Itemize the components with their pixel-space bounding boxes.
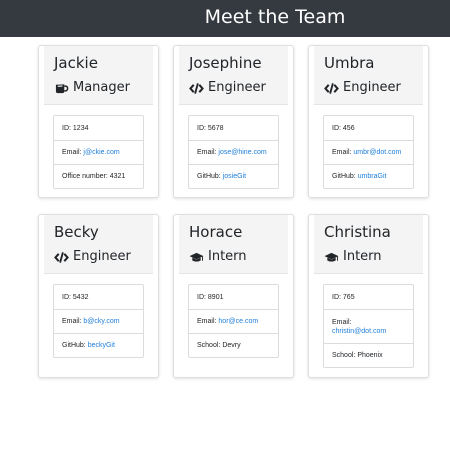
github-link[interactable]: josieGit: [223, 173, 246, 180]
employee-name: Josephine: [189, 54, 262, 72]
email-link[interactable]: umbr@dot.com: [353, 149, 401, 156]
code-icon: [189, 82, 204, 95]
email-link[interactable]: b@cky.com: [83, 318, 119, 325]
card-header: Becky Engineer: [44, 215, 153, 274]
mug-icon: [54, 82, 69, 95]
role-row: Intern: [189, 248, 247, 266]
employee-github: GitHub: josieGit: [189, 164, 278, 188]
employee-email: Email: christin@dot.com: [324, 309, 413, 343]
employee-email: Email: hor@ce.com: [189, 309, 278, 333]
employee-role: Engineer: [73, 249, 131, 264]
employee-role: Manager: [73, 80, 130, 95]
role-row: Engineer: [54, 248, 131, 266]
github-link[interactable]: beckyGit: [88, 342, 115, 349]
graduation-cap-icon: [324, 251, 339, 264]
employee-id: ID: 1234: [62, 124, 89, 132]
email-link[interactable]: christin@dot.com: [332, 328, 386, 335]
email-link[interactable]: j@ckie.com: [83, 149, 119, 156]
employee-name: Horace: [189, 223, 243, 241]
employee-role: Intern: [208, 249, 247, 264]
employee-role: Engineer: [343, 80, 401, 95]
card-header: Christina Intern: [314, 215, 423, 274]
employee-details: ID: 5432 Email: b@cky.com GitHub: beckyG…: [53, 284, 144, 358]
employee-id: ID: 5432: [62, 293, 89, 301]
card-header: Umbra Engineer: [314, 46, 423, 105]
role-row: Intern: [324, 248, 382, 266]
employee-email: Email: jose@hine.com: [189, 140, 278, 164]
employee-id: ID: 5678: [197, 124, 224, 132]
employee-github: GitHub: beckyGit: [54, 333, 143, 357]
team-card-jackie: Jackie Manager ID: 1234 Email: j@ckie.co…: [38, 45, 159, 198]
graduation-cap-icon: [189, 251, 204, 264]
employee-id: ID: 765: [332, 293, 355, 301]
employee-id: ID: 456: [332, 124, 355, 132]
code-icon: [54, 251, 69, 264]
employee-role: Intern: [343, 249, 382, 264]
team-card-josephine: Josephine Engineer ID: 5678 Email: jose@…: [173, 45, 294, 198]
employee-role: Engineer: [208, 80, 266, 95]
employee-name: Jackie: [54, 54, 98, 72]
employee-name: Umbra: [324, 54, 375, 72]
employee-school: School: Phoenix: [324, 343, 413, 367]
email-link[interactable]: jose@hine.com: [218, 149, 266, 156]
github-link[interactable]: umbraGit: [358, 173, 387, 180]
employee-details: ID: 765 Email: christin@dot.com School: P…: [323, 284, 414, 368]
page-title: Meet the Team: [204, 6, 346, 28]
team-card-christina: Christina Intern ID: 765 Email: christin@…: [308, 214, 429, 378]
email-link[interactable]: hor@ce.com: [218, 318, 258, 325]
role-row: Engineer: [324, 79, 401, 97]
role-row: Engineer: [189, 79, 266, 97]
card-header: Horace Intern: [179, 215, 288, 274]
employee-details: ID: 8901 Email: hor@ce.com School: Devry: [188, 284, 279, 358]
team-card-umbra: Umbra Engineer ID: 456 Email: umbr@dot.c…: [308, 45, 429, 198]
employee-details: ID: 5678 Email: jose@hine.com GitHub: jo…: [188, 115, 279, 189]
card-header: Jackie Manager: [44, 46, 153, 105]
team-card-becky: Becky Engineer ID: 5432 Email: b@cky.com…: [38, 214, 159, 378]
employee-id: ID: 8901: [197, 293, 224, 301]
employee-email: Email: b@cky.com: [54, 309, 143, 333]
employee-name: Christina: [324, 223, 391, 241]
employee-email: Email: j@ckie.com: [54, 140, 143, 164]
code-icon: [324, 82, 339, 95]
employee-email: Email: umbr@dot.com: [324, 140, 413, 164]
role-row: Manager: [54, 79, 130, 97]
page-header: Meet the Team: [0, 0, 450, 37]
employee-office-number: Office number: 4321: [54, 164, 143, 188]
employee-details: ID: 1234 Email: j@ckie.com Office number…: [53, 115, 144, 189]
employee-github: GitHub: umbraGit: [324, 164, 413, 188]
card-header: Josephine Engineer: [179, 46, 288, 105]
team-card-horace: Horace Intern ID: 8901 Email: hor@ce.com…: [173, 214, 294, 378]
employee-school: School: Devry: [189, 333, 278, 357]
employee-details: ID: 456 Email: umbr@dot.com GitHub: umbr…: [323, 115, 414, 189]
employee-name: Becky: [54, 223, 99, 241]
